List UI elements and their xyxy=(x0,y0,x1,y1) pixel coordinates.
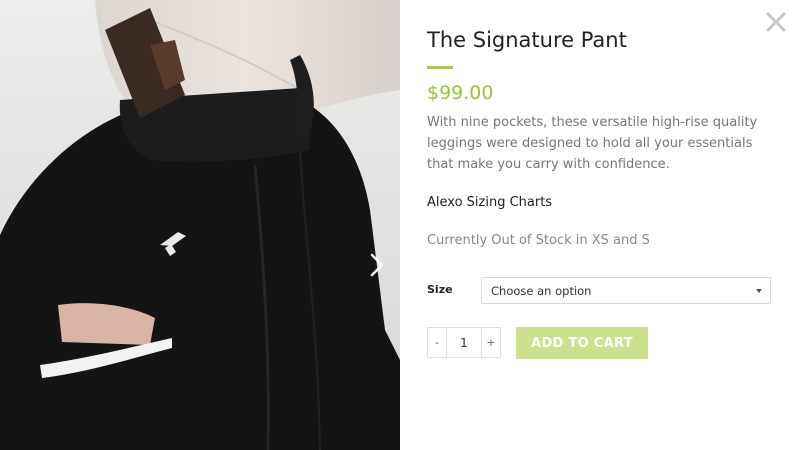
title-divider xyxy=(427,66,453,69)
chevron-right-icon xyxy=(370,253,384,277)
quantity-plus-button[interactable]: + xyxy=(481,328,500,357)
quantity-stepper: - + xyxy=(427,327,501,358)
add-to-cart-button[interactable]: ADD TO CART xyxy=(516,327,648,359)
size-select-value: Choose an option xyxy=(491,284,592,298)
close-icon xyxy=(766,12,786,32)
sizing-charts-link[interactable]: Alexo Sizing Charts xyxy=(427,195,552,210)
close-button[interactable] xyxy=(762,8,790,36)
size-select[interactable]: Choose an option xyxy=(481,277,771,304)
product-photo xyxy=(0,0,400,450)
product-title: The Signature Pant xyxy=(427,28,627,52)
product-description: With nine pockets, these versatile high-… xyxy=(427,115,758,172)
quantity-input[interactable] xyxy=(447,328,481,357)
product-price: $99.00 xyxy=(427,82,494,104)
product-image-gallery xyxy=(0,0,400,450)
size-label: Size xyxy=(427,283,453,296)
quantity-minus-button[interactable]: - xyxy=(428,328,447,357)
next-image-button[interactable] xyxy=(362,248,392,282)
caret-down-icon xyxy=(756,289,762,293)
stock-note: Currently Out of Stock in XS and S xyxy=(427,233,650,248)
